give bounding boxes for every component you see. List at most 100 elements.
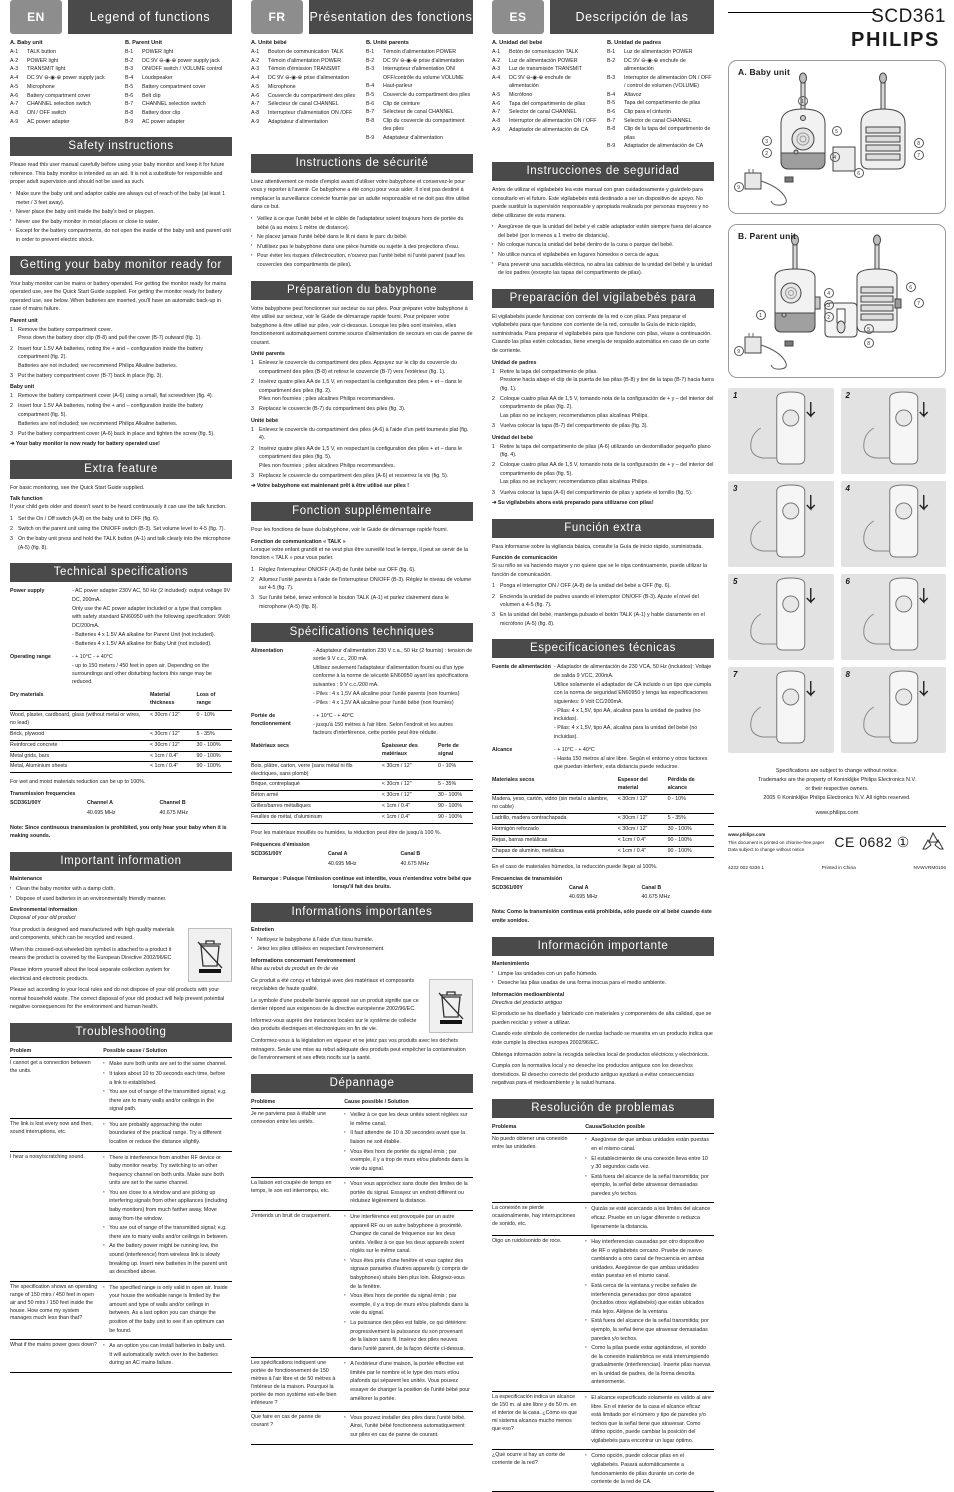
- spec-values: - AC power adapter 230V AC, 50 Hz (2 inc…: [72, 587, 232, 648]
- legend-code: A-9: [251, 118, 260, 125]
- solution-cell: El alcance especificado solamente es vál…: [585, 1391, 714, 1451]
- table-row: J'entends un bruit de craquement.Une int…: [251, 1210, 473, 1359]
- legend-code: B-3: [125, 66, 134, 73]
- en-extra-sub: Talk function: [10, 496, 43, 503]
- legend-row: A-5 Microphone: [251, 83, 358, 91]
- table-row: La especificación indica un alcance de 1…: [492, 1391, 714, 1451]
- spec-value-line: - + 10°C - + 40°C: [554, 746, 595, 753]
- legend-row: A-2 Témoin d'alimentation POWER: [251, 57, 358, 65]
- table-cell: 90 - 100%: [437, 801, 473, 814]
- legend-row: B-4 Loudspeaker: [125, 74, 232, 82]
- legend-text: DC 9V ⊖-◉-⊕ enchufe de alimentación: [624, 57, 686, 72]
- legend-code: B-3: [366, 66, 375, 73]
- table-row: Metal, Aluminium sheets < 1cm / 0.4" 90 - …: [10, 761, 232, 774]
- solution-cell: As an option you can install batteries i…: [103, 1339, 232, 1373]
- freq-channel: Canal B: [400, 850, 421, 857]
- legend-code: A-1: [492, 49, 501, 55]
- legend-row: B-6 Belt clip: [125, 92, 232, 100]
- es-parent-list: B-1 Luz de alimentación POWER B-2 DC 9V ⊖-◉…: [607, 48, 714, 150]
- footer-small-web[interactable]: www.philips.com: [728, 831, 824, 838]
- fr-ready-parent-steps: Enlevez le couvercle du compartiment des…: [251, 359, 473, 413]
- table-cell: 30 - 100%: [667, 824, 714, 837]
- es-extra-sub: Función de comunicación: [492, 555, 558, 562]
- spec-value-line: Utilisez seulement l'adaptateur d'alimen…: [313, 664, 469, 688]
- solution-item: Está fuera del alcance de la señal trans…: [585, 1173, 711, 1199]
- legend-row: A-1 TALK button: [10, 48, 117, 56]
- en-ready-intro: Your baby monitor can be mains or batter…: [10, 280, 227, 313]
- doc-code: 4222 002 6336 1: [728, 866, 765, 872]
- table-cell: 5 - 35%: [437, 779, 473, 792]
- footer-web[interactable]: www.philips.com: [728, 809, 946, 819]
- spec-row: Portée de fonctionnement - + 10°C - + 40°…: [251, 712, 473, 738]
- freq-blank: [251, 860, 328, 870]
- legend-text: Tapa del compartimento de pilas: [509, 100, 586, 107]
- step-figure: 5: [728, 574, 834, 660]
- legend-code: B-4: [366, 83, 375, 90]
- legend-text: AC power adapter: [142, 118, 185, 125]
- freq-model: SCD361/00Y: [10, 799, 41, 806]
- spec-value-line: - Adaptador de alimentación de 230 VCA, …: [554, 664, 712, 679]
- spec-value-line: - Batteries 4 x 1.5V AA alkaline for Par…: [72, 631, 216, 638]
- table-row: Metal grids, bars < 1cm / 0.4" 90 - 100%: [10, 751, 232, 763]
- table-cell: Reinforced concrete: [10, 740, 150, 752]
- step-figure: 3: [728, 481, 834, 567]
- footer-small2: This document is printed on chlorine-fre…: [728, 839, 825, 845]
- legend-code: A-2: [10, 57, 19, 64]
- spec-values: - Adaptateur d'alimentation 230 V c.a., …: [313, 647, 473, 708]
- legend-row: A-8 Interruptor de alimentación ON / OFF: [492, 117, 599, 125]
- spec-row: Power supply - AC power adapter 230V AC, …: [10, 587, 232, 648]
- table-row: Bois, plâtre, carton, verre (sans métal …: [251, 761, 473, 781]
- table-row: Rejas, barras metálicas < 1cm / 0.4" 90 - …: [492, 835, 714, 848]
- footer-small-block: www.philips.com This document is printed…: [728, 831, 824, 853]
- legend-text: DC 9V ⊖-◉-⊕ prise d'alimentation: [268, 75, 350, 82]
- ce-mark: CE 0682 ①: [834, 834, 910, 851]
- freq-channel: Channel B: [159, 799, 186, 806]
- step-number: 5: [733, 577, 738, 586]
- solution-item: You are out of range of the transmitted …: [103, 1224, 229, 1241]
- table-cell: Grilles/barres métalliques: [251, 801, 382, 814]
- table-cell: 0 - 10%: [196, 710, 232, 730]
- table-row: No puedo obtener una conexión entre las …: [492, 1133, 714, 1204]
- legend-text: Battery compartment cover: [27, 92, 91, 99]
- legend-text: Loudspeaker: [142, 75, 173, 82]
- table-cell: < 30cm / 12": [617, 813, 668, 826]
- en-ready-parent-head: Parent unit: [10, 317, 38, 324]
- spec-value-line: Only use the AC power adapter included o…: [72, 605, 230, 629]
- legend-row: B-3 ON/OFF switch / VOLUME control: [125, 65, 232, 73]
- svg-text:6: 6: [857, 171, 860, 177]
- column-header: Épaisseur des matériaux: [381, 742, 438, 762]
- legend-row: B-2 DC 9V ⊖-◉-⊕ power supply jack: [125, 57, 232, 65]
- es-ready-parent-head: Unidad de padres: [492, 359, 537, 366]
- es-legend-header: ES Descripción de las funciones: [492, 0, 714, 58]
- footer-line1: Specifications are subject to change wit…: [775, 768, 899, 774]
- spec-values: - + 10°C - + 40°C - jusqu'à 150 mètres à …: [313, 712, 473, 738]
- spec-values: - + 10°C - + 40°C - Hasta 150 metros al a…: [554, 746, 714, 772]
- spec-values: - + 10°C - + 40°C - up to 150 meters / 45…: [72, 653, 232, 688]
- fr-extra-intro: Pour les fonctions de base du babyphone,…: [251, 526, 448, 533]
- en-ready: Getting your baby monitor ready for use …: [10, 255, 232, 449]
- step-item: Ponga el interruptor ON / OFF (A-8) de l…: [492, 582, 671, 590]
- es-ready-done: Su vigilabebés ahora está preparado para…: [492, 499, 714, 508]
- paragraph: Conformez-vous à la législation en vigue…: [251, 1038, 466, 1062]
- legend-code: B-9: [125, 118, 134, 125]
- fr-freq-title: Fréquences d'émission: [251, 841, 310, 848]
- table-row: ¿Qué ocurre si hay un corte de corriente…: [492, 1449, 714, 1492]
- svg-text:3: 3: [827, 303, 830, 309]
- list-item: Limpie las unidades con un paño húmedo.: [492, 969, 714, 979]
- legend-row: B-8 Clip du couvercle du compartiment des…: [366, 117, 473, 133]
- step-item: En la unidad del bebé, mantenga pulsado …: [492, 611, 705, 627]
- es-ready-baby-head: Unidad del bebé: [492, 434, 533, 441]
- es-tech-note: Nota: Como la transmisión continua está …: [492, 909, 712, 924]
- solution-item: There is interference from another RF de…: [103, 1154, 229, 1188]
- table-row: Brick, plywood < 30cm / 12" 5 - 35%: [10, 729, 232, 741]
- problem-cell: What if the mains power goes down?: [10, 1339, 104, 1373]
- en-extra-steps: Set the On / Off switch (A-8) on the bab…: [10, 515, 232, 552]
- fr-baby-list: A-1 Bouton de communication TALK A-2 Témoin…: [251, 48, 358, 126]
- legend-text: AC power adapter: [27, 118, 70, 125]
- step-item: Set the On / Off switch (A-8) on the bab…: [10, 515, 160, 523]
- en-ready-title: Getting your baby monitor ready for use: [10, 255, 232, 290]
- table-row: I cannot get a connection between the un…: [10, 1057, 232, 1119]
- legend-code: A-3: [251, 66, 260, 73]
- en-extra-title: Extra feature: [10, 459, 232, 479]
- problem-cell: Les spécifications indiquent une portée …: [251, 1357, 345, 1412]
